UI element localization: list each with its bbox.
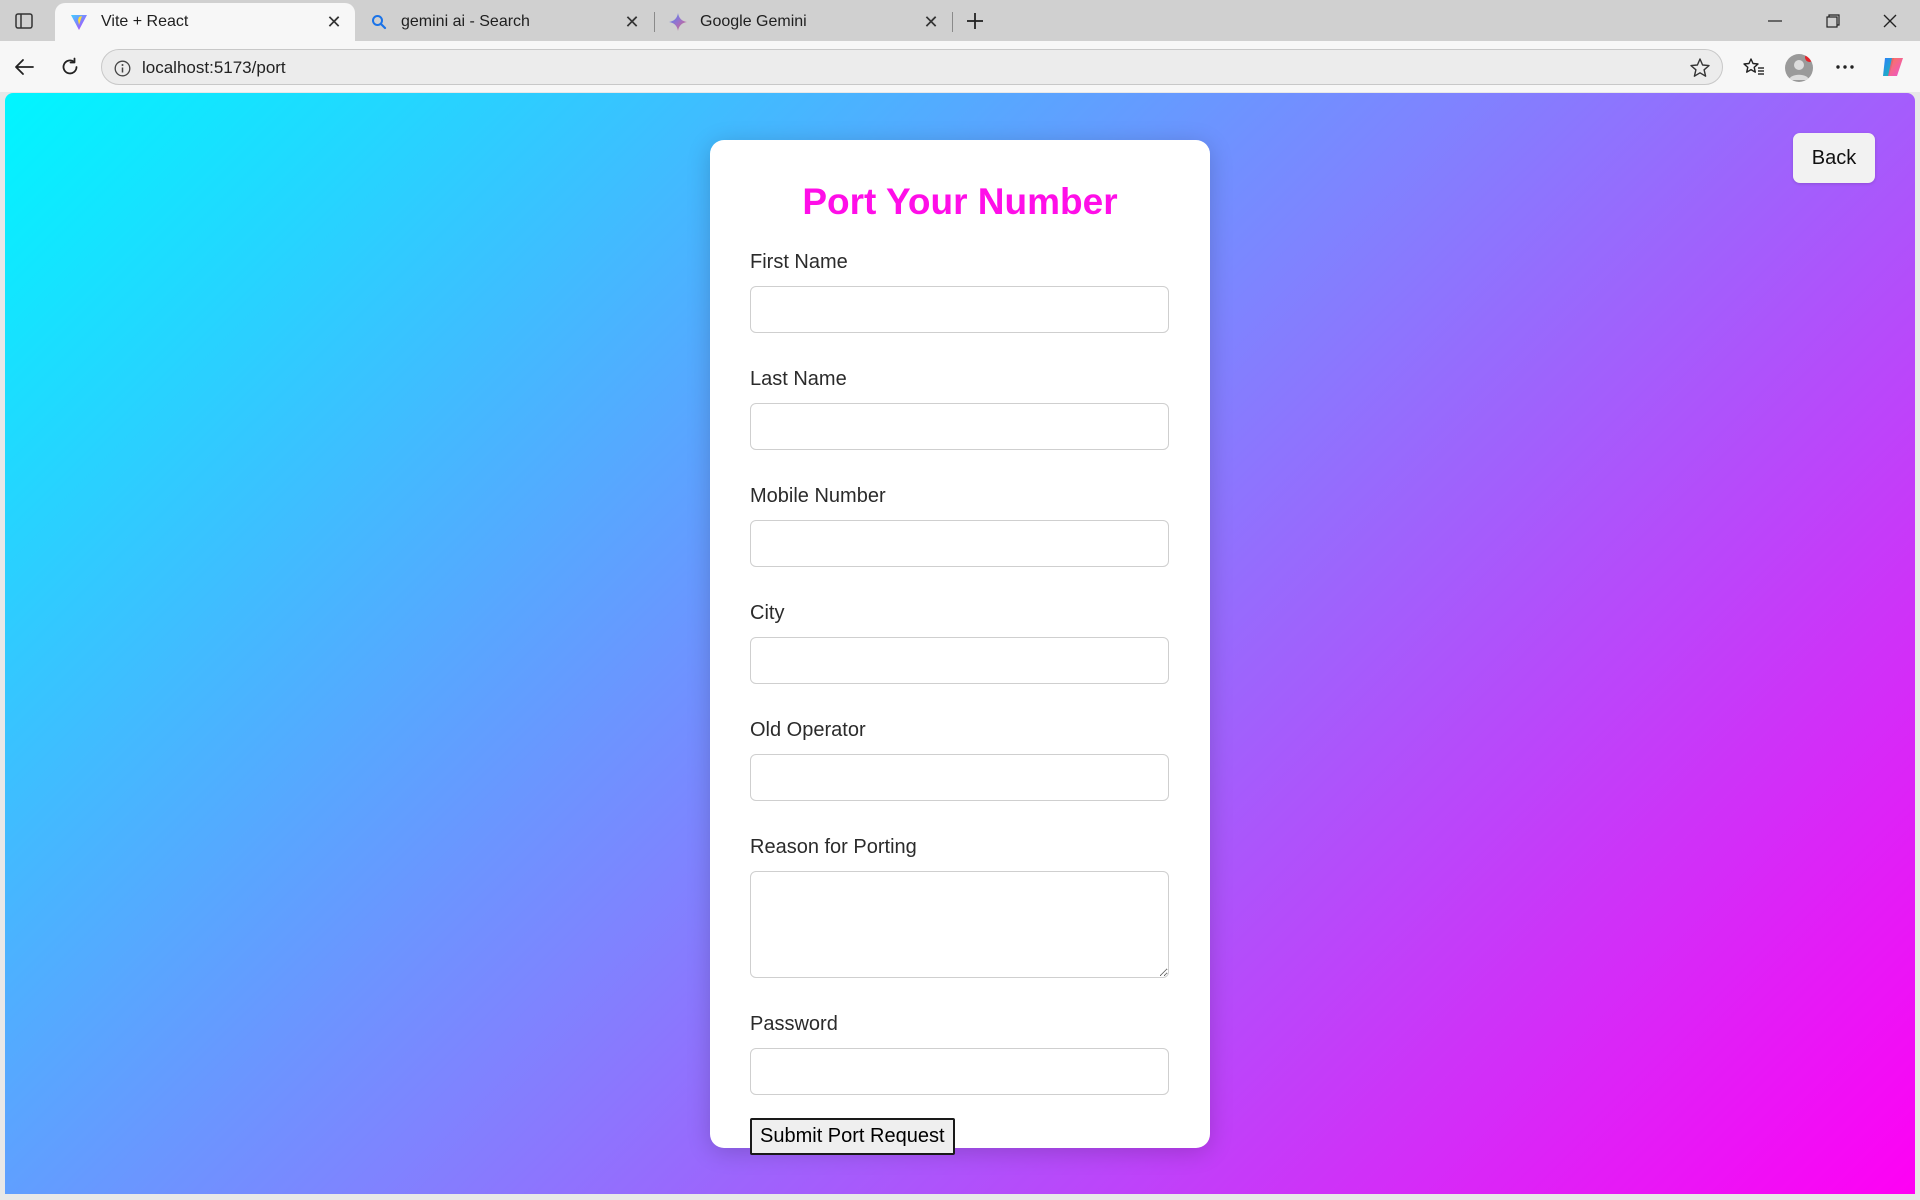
tab-title: gemini ai - Search xyxy=(401,13,530,30)
close-tab-icon[interactable]: ✕ xyxy=(621,11,643,33)
navigation-bar: localhost:5173/port xyxy=(0,41,1920,92)
mobile-number-label: Mobile Number xyxy=(750,485,886,507)
gemini-logo-icon xyxy=(668,12,688,32)
more-options-icon[interactable] xyxy=(1829,51,1861,83)
first-name-input[interactable] xyxy=(750,286,1169,333)
reason-textarea[interactable] xyxy=(750,871,1169,978)
close-window-icon[interactable] xyxy=(1860,0,1920,41)
old-operator-input[interactable] xyxy=(750,754,1169,801)
port-form-card: Port Your Number First Name Last Name Mo… xyxy=(710,140,1210,1155)
sidebar-toggle-icon[interactable] xyxy=(12,10,36,32)
tab-title: Google Gemini xyxy=(700,13,807,30)
favorites-icon[interactable] xyxy=(1738,51,1770,83)
minimize-icon[interactable] xyxy=(1745,0,1805,41)
notification-dot xyxy=(1805,54,1813,62)
tab-gemini-search[interactable]: gemini ai - Search ✕ xyxy=(355,3,653,41)
tab-google-gemini[interactable]: Google Gemini ✕ xyxy=(654,3,952,41)
site-info-icon[interactable] xyxy=(112,58,132,78)
password-input[interactable] xyxy=(750,1048,1169,1095)
new-tab-icon[interactable] xyxy=(962,8,988,34)
tab-vite-react[interactable]: Vite + React ✕ xyxy=(55,3,355,41)
vite-logo-icon xyxy=(69,12,89,32)
back-arrow-icon[interactable] xyxy=(10,53,38,81)
mobile-number-input[interactable] xyxy=(750,520,1169,567)
submit-port-request-button[interactable]: Submit Port Request xyxy=(750,1118,955,1155)
reason-label: Reason for Porting xyxy=(750,836,917,858)
tab-title: Vite + React xyxy=(101,13,189,30)
city-input[interactable] xyxy=(750,637,1169,684)
close-tab-icon[interactable]: ✕ xyxy=(920,11,942,33)
last-name-input[interactable] xyxy=(750,403,1169,450)
city-label: City xyxy=(750,602,785,624)
tab-separator xyxy=(952,12,953,32)
close-tab-icon[interactable]: ✕ xyxy=(323,11,345,33)
restore-icon[interactable] xyxy=(1803,0,1863,41)
favorite-star-icon[interactable] xyxy=(1688,56,1712,80)
address-bar[interactable]: localhost:5173/port xyxy=(101,49,1723,85)
copilot-icon[interactable] xyxy=(1877,51,1909,83)
old-operator-label: Old Operator xyxy=(750,719,866,741)
profile-avatar[interactable] xyxy=(1785,54,1813,82)
last-name-label: Last Name xyxy=(750,368,847,390)
page-title: Port Your Number xyxy=(802,181,1118,222)
reload-icon[interactable] xyxy=(56,53,84,81)
address-url[interactable]: localhost:5173/port xyxy=(142,58,286,78)
search-icon xyxy=(369,12,389,32)
page-viewport: Back Port Your Number First Name Last Na… xyxy=(5,93,1915,1194)
tab-strip: Vite + React ✕ gemini ai - Search ✕ Goog… xyxy=(0,0,1920,41)
first-name-label: First Name xyxy=(750,251,848,273)
password-label: Password xyxy=(750,1013,838,1035)
back-button[interactable]: Back xyxy=(1793,133,1875,183)
